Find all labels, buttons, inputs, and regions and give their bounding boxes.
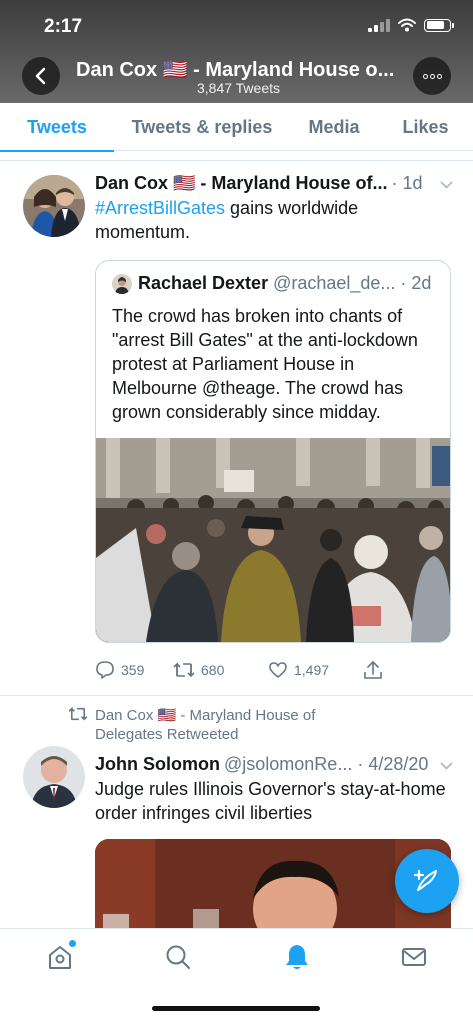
retweet-button[interactable]: 680 bbox=[173, 661, 268, 679]
quoted-tweet-text: The crowd has broken into chants of "arr… bbox=[112, 306, 418, 422]
tweet-text: Judge rules Illinois Governor's stay-at-… bbox=[95, 779, 446, 823]
tweet-actions: 359 680 1,497 bbox=[95, 649, 453, 691]
nav-messages[interactable] bbox=[400, 943, 428, 971]
retweet-context: Dan Cox 🇺🇸 - Maryland House of Delegates… bbox=[68, 706, 473, 744]
retweet-indicator-icon bbox=[68, 706, 90, 744]
chevron-left-icon bbox=[35, 67, 46, 85]
quoted-tweet-card[interactable]: Rachael Dexter @rachael_de... · 2d The c… bbox=[95, 260, 451, 643]
home-indicator[interactable] bbox=[152, 1006, 320, 1011]
tweet-item[interactable]: Dan Cox 🇺🇸 - Maryland House of... · 1d #… bbox=[0, 161, 473, 696]
nav-home[interactable] bbox=[46, 940, 76, 971]
nav-search[interactable] bbox=[164, 943, 192, 971]
profile-header: 2:17 Dan Cox 🇺🇸 - Maryland House o... 3,… bbox=[0, 0, 473, 103]
cellular-signal-icon bbox=[368, 18, 390, 32]
like-count: 1,497 bbox=[294, 662, 330, 678]
messages-envelope-icon bbox=[402, 948, 426, 966]
protest-crowd-photo[interactable] bbox=[96, 438, 450, 642]
more-dots-icon bbox=[422, 73, 428, 79]
back-button[interactable] bbox=[22, 57, 60, 95]
profile-tabs: Tweets Tweets & replies Media Likes bbox=[0, 103, 473, 152]
nav-notifications[interactable] bbox=[283, 943, 311, 971]
quoted-handle-timestamp: @rachael_de... · 2d bbox=[273, 273, 432, 293]
profile-name-title: Dan Cox 🇺🇸 - Maryland House o... bbox=[76, 59, 395, 81]
quoted-author-name: Rachael Dexter bbox=[138, 273, 269, 293]
tab-tweets[interactable]: Tweets bbox=[0, 103, 114, 152]
tweet-timestamp: · 1d bbox=[391, 173, 423, 193]
hashtag-link[interactable]: #ArrestBillGates bbox=[95, 198, 225, 218]
tweet-count: 3,847 Tweets bbox=[196, 80, 281, 96]
share-icon bbox=[364, 661, 382, 679]
home-icon bbox=[49, 946, 71, 969]
tab-tweets-and-replies[interactable]: Tweets & replies bbox=[114, 103, 290, 151]
reply-count: 359 bbox=[121, 662, 145, 678]
compose-feather-icon bbox=[413, 869, 437, 891]
notification-dot bbox=[69, 940, 76, 947]
tweet-text: #ArrestBillGates gains worldwide momentu… bbox=[95, 196, 453, 244]
retweet-icon bbox=[173, 662, 195, 678]
retweet-context-label[interactable]: Dan Cox 🇺🇸 - Maryland House of Delegates… bbox=[95, 706, 355, 744]
search-icon bbox=[166, 945, 190, 969]
avatar[interactable] bbox=[23, 175, 85, 237]
status-bar-icons bbox=[368, 18, 454, 32]
tweet-menu-chevron-icon[interactable] bbox=[432, 757, 453, 773]
more-dot bbox=[429, 73, 435, 79]
notifications-bell-icon bbox=[286, 945, 308, 969]
reply-icon bbox=[96, 661, 114, 679]
status-bar-time: 2:17 bbox=[44, 16, 83, 37]
like-button[interactable]: 1,497 bbox=[268, 661, 363, 679]
wifi-icon bbox=[398, 18, 416, 32]
avatar[interactable] bbox=[23, 746, 85, 808]
more-options-button[interactable] bbox=[413, 57, 451, 95]
share-button[interactable] bbox=[363, 660, 383, 680]
battery-icon bbox=[424, 18, 454, 32]
avatar-image bbox=[23, 175, 85, 237]
more-dot bbox=[436, 73, 442, 79]
quoted-avatar bbox=[112, 273, 132, 294]
feed-divider bbox=[0, 151, 473, 161]
tweet-timestamp: @jsolomonRe... · 4/28/20 bbox=[224, 754, 429, 774]
avatar-image bbox=[23, 746, 85, 808]
tab-media[interactable]: Media bbox=[290, 103, 378, 151]
heart-icon bbox=[269, 662, 287, 678]
tweet-author-name[interactable]: John Solomon bbox=[95, 754, 220, 775]
tweet-author-name[interactable]: Dan Cox 🇺🇸 - Maryland House of... bbox=[95, 173, 387, 194]
tweet-menu-chevron-icon[interactable] bbox=[432, 176, 453, 192]
tab-likes[interactable]: Likes bbox=[378, 103, 473, 151]
compose-tweet-button[interactable] bbox=[395, 849, 459, 913]
retweet-count: 680 bbox=[201, 662, 225, 678]
reply-button[interactable]: 359 bbox=[95, 660, 173, 680]
tweet-feed[interactable]: Dan Cox 🇺🇸 - Maryland House of... · 1d #… bbox=[0, 151, 473, 928]
